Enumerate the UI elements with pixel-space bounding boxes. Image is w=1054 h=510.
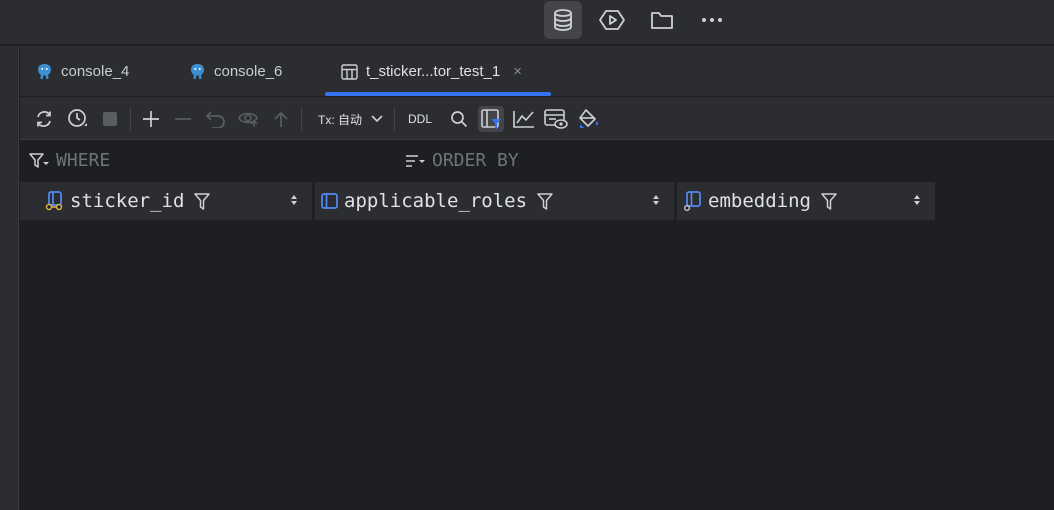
close-icon[interactable]: × — [513, 63, 522, 80]
tab-t-sticker-table[interactable]: t_sticker...tor_test_1 × — [341, 46, 522, 97]
paint-bucket-icon[interactable] — [576, 106, 602, 132]
sort-lines-icon — [405, 154, 425, 168]
transaction-mode-label: Tx: 自动 — [318, 112, 362, 127]
column-header-applicable-roles[interactable]: applicable_roles — [315, 182, 674, 220]
column-filter-icon[interactable] — [194, 192, 211, 210]
submit-icon[interactable] — [268, 106, 294, 132]
tab-label: t_sticker...tor_test_1 — [366, 63, 501, 80]
folder-icon[interactable] — [643, 1, 681, 39]
toolbar-separator — [130, 107, 131, 131]
editor-tab-bar: console_4 console_6 t_sticker...tor_test… — [20, 46, 1054, 97]
filter-icon — [29, 152, 49, 169]
sort-arrows-icon[interactable] — [913, 194, 921, 206]
tab-console-4[interactable]: console_4 — [36, 46, 129, 97]
toolbar-separator — [301, 107, 302, 131]
column-header-embedding[interactable]: embedding — [677, 182, 935, 220]
refresh-icon[interactable] — [31, 106, 57, 132]
delete-row-icon[interactable] — [170, 106, 196, 132]
tab-label: console_4 — [61, 63, 130, 80]
preview-pending-icon[interactable] — [236, 106, 262, 132]
history-clock-icon[interactable] — [65, 106, 91, 132]
column-name: applicable_roles — [344, 190, 528, 212]
column-filter-icon[interactable] — [821, 192, 837, 210]
chart-icon[interactable] — [511, 106, 537, 132]
search-icon[interactable] — [446, 106, 472, 132]
left-tool-rail — [0, 46, 19, 510]
primary-key-column-icon — [44, 190, 66, 212]
column-name: embedding — [708, 190, 811, 212]
stop-icon[interactable] — [97, 106, 123, 132]
tab-console-6[interactable]: console_6 — [189, 46, 282, 97]
where-label: WHERE — [56, 150, 111, 171]
column-filter-icon[interactable] — [537, 192, 553, 210]
active-tab-indicator — [325, 92, 551, 96]
more-icon[interactable] — [693, 1, 731, 39]
title-bar — [0, 0, 1054, 45]
filter-view-icon[interactable] — [478, 106, 504, 132]
order-by-label: ORDER BY — [432, 150, 519, 171]
column-name: sticker_id — [70, 190, 185, 212]
add-row-icon[interactable] — [138, 106, 164, 132]
order-by-filter[interactable]: ORDER BY — [405, 150, 519, 171]
data-editor-toolbar: Tx: 自动 DDL — [20, 97, 1054, 140]
toolbar-separator — [394, 107, 395, 131]
column-icon — [320, 192, 340, 210]
postgres-icon — [36, 63, 53, 80]
column-header-sticker-id[interactable]: sticker_id — [20, 182, 312, 220]
view-query-icon[interactable] — [543, 106, 569, 132]
chevron-down-icon — [371, 115, 383, 123]
postgres-icon — [189, 63, 206, 80]
transaction-mode-dropdown[interactable]: Tx: 自动 — [318, 106, 383, 132]
filter-row: WHERE ORDER BY — [20, 141, 1054, 181]
where-filter[interactable]: WHERE — [29, 150, 110, 171]
tab-label: console_6 — [214, 63, 283, 80]
column-icon — [682, 190, 704, 212]
services-icon[interactable] — [593, 1, 631, 39]
revert-icon[interactable] — [203, 106, 229, 132]
ddl-button[interactable]: DDL — [408, 106, 432, 132]
sort-arrows-icon[interactable] — [652, 194, 660, 206]
table-icon — [341, 63, 358, 80]
sort-arrows-icon[interactable] — [290, 194, 298, 206]
database-icon[interactable] — [544, 1, 582, 39]
